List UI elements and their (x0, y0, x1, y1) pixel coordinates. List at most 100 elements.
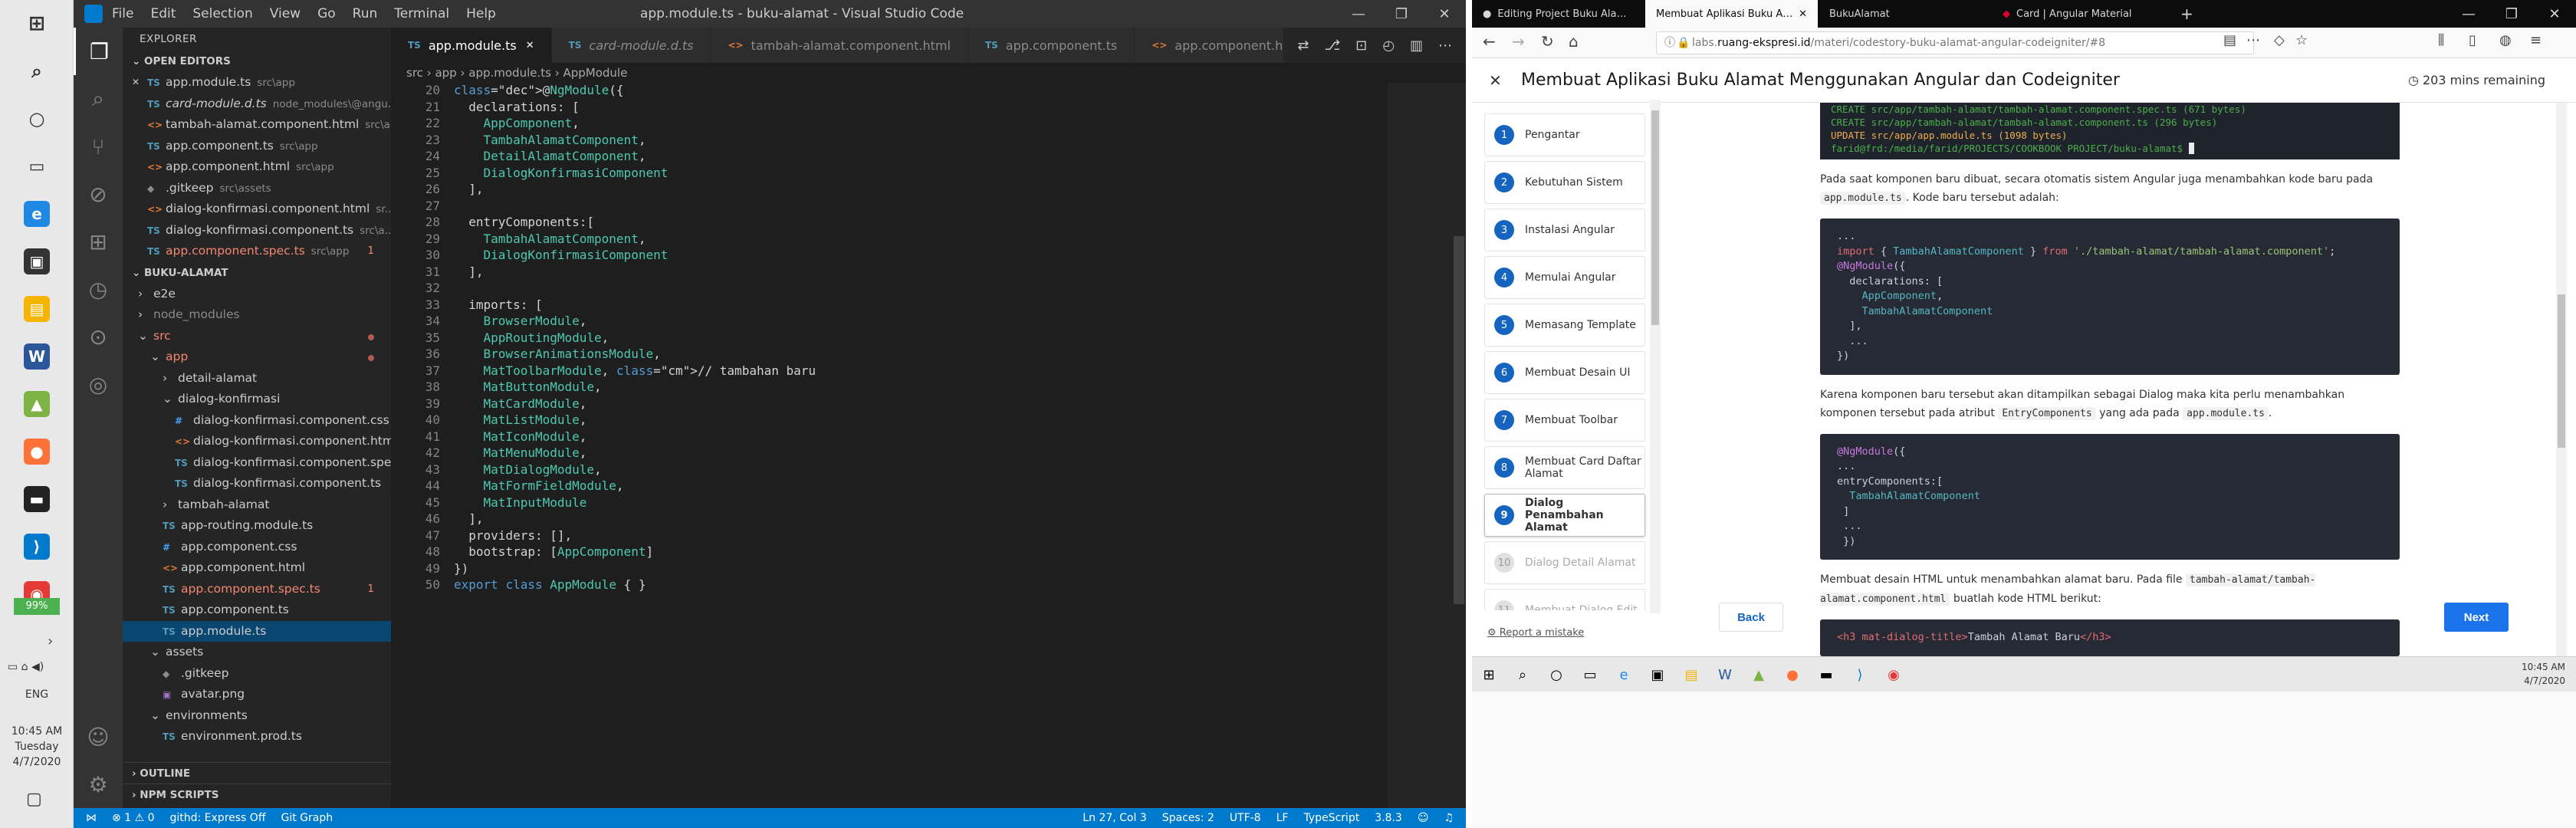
store-icon[interactable]: ▣ (0, 238, 74, 285)
git-compare-icon[interactable]: ⎇ (1324, 38, 1340, 54)
tree-item[interactable]: TS environment.prod.ts (123, 726, 391, 748)
editor-scrollbar[interactable] (1454, 236, 1464, 604)
tree-item[interactable]: ⌄ environments (123, 705, 391, 727)
outline-header[interactable]: › OUTLINE (123, 762, 391, 784)
step-item[interactable]: 8 Membuat Card Daftar Alamat (1484, 446, 1645, 489)
step-item[interactable]: 4 Memulai Angular (1484, 256, 1645, 299)
code-editor[interactable]: 20 class="dec">@NgModule({21 declarations… (391, 83, 1466, 808)
task-view-icon[interactable]: ▭ (1573, 657, 1607, 692)
open-editor-item[interactable]: TS app.component.spec.ts src\app 1 (123, 241, 391, 262)
tree-item[interactable]: TS app-routing.module.ts (123, 515, 391, 537)
search-icon[interactable]: ⌕ (74, 75, 123, 123)
report-mistake-link[interactable]: ⚙ Report a mistake (1487, 627, 1584, 639)
eol[interactable]: LF (1276, 812, 1289, 824)
code-line[interactable]: BrowserAnimationsModule, (454, 347, 661, 361)
code-line[interactable]: ], (454, 511, 483, 526)
encoding[interactable]: UTF-8 (1230, 812, 1261, 824)
npm-scripts-header[interactable]: › NPM SCRIPTS (123, 784, 391, 805)
step-item[interactable]: 10 Dialog Detail Alamat (1484, 541, 1645, 584)
reload-icon[interactable]: ↻ (1541, 32, 1554, 51)
browser-tab[interactable]: BukuAlamat (1819, 0, 1991, 28)
tree-item[interactable]: ⌄ src (123, 326, 391, 347)
tree-item[interactable]: TS app.module.ts (123, 620, 391, 642)
indentation[interactable]: Spaces: 2 (1162, 812, 1214, 824)
ts-version[interactable]: 3.8.3 (1375, 812, 1402, 824)
firefox-icon[interactable]: ● (1776, 657, 1809, 692)
task-view-icon[interactable]: ▭ (0, 143, 74, 190)
vscode-icon[interactable]: ⟩ (0, 523, 74, 570)
close-icon[interactable]: ✕ (526, 40, 534, 51)
tree-item[interactable]: TS app.component.ts (123, 600, 391, 621)
tree-item[interactable]: ▣ avatar.png (123, 684, 391, 705)
code-line[interactable]: DetailAlamatComponent, (454, 149, 646, 163)
search-icon[interactable]: ⌕ (0, 48, 74, 95)
file-explorer-icon[interactable]: ▤ (0, 285, 74, 333)
open-editor-item[interactable]: TS card-module.d.ts node_modules\@angu... (123, 94, 391, 115)
code-line[interactable]: MatMenuModule, (454, 445, 587, 460)
split-editor-icon[interactable]: ▥ (1410, 38, 1423, 54)
language-indicator[interactable]: ENG (0, 688, 74, 701)
open-editor-item[interactable]: TS dialog-konfirmasi.component.ts src\a... (123, 220, 391, 242)
step-item[interactable]: 6 Membuat Desain UI (1484, 351, 1645, 394)
lock-icon[interactable]: 🔒 (1677, 32, 1690, 54)
edge-icon[interactable]: e (0, 190, 74, 238)
tree-item[interactable]: ◆ .gitkeep (123, 663, 391, 685)
open-editors-header[interactable]: ⌄ OPEN EDITORS (123, 51, 391, 72)
breadcrumb-item[interactable]: AppModule (563, 66, 627, 80)
remote-explorer-icon[interactable]: ◷ (74, 265, 123, 313)
code-line[interactable]: bootstrap: [AppComponent] (454, 544, 653, 559)
open-changes-icon[interactable]: ⊡ (1355, 38, 1367, 54)
bookmark-star-icon[interactable]: ☆ (2295, 32, 2308, 48)
breadcrumb-item[interactable]: app.module.ts (468, 66, 551, 80)
tree-item[interactable]: # dialog-konfirmasi.component.css (123, 410, 391, 432)
git-graph-status[interactable]: Git Graph (281, 812, 333, 824)
menu-item[interactable]: Terminal (394, 6, 449, 21)
tray-icons[interactable]: ▭ ⌂ ◀) (8, 661, 44, 673)
close-icon[interactable]: ✕ (1423, 0, 1466, 28)
editor-tab[interactable]: <> tambah-alamat.component.html (711, 28, 968, 63)
menu-item[interactable]: Help (466, 6, 496, 21)
open-editor-item[interactable]: TS app.component.ts src\app (123, 136, 391, 157)
step-item[interactable]: 1 Pengantar (1484, 113, 1645, 156)
start-button[interactable]: ⊞ (0, 0, 74, 48)
remote-icon[interactable]: ⋈ (86, 812, 97, 824)
chevron-up-icon[interactable]: › (48, 633, 53, 649)
tree-item[interactable]: ⌄ app (123, 347, 391, 368)
code-line[interactable]: MatFormFieldModule, (454, 478, 624, 493)
code-line[interactable]: TambahAlamatComponent, (454, 232, 646, 246)
code-line[interactable]: MatListModule, (454, 412, 587, 427)
extension-icon[interactable]: ◍ (2499, 32, 2512, 48)
problems-indicator[interactable]: ⊗ 1 ⚠ 0 (112, 812, 154, 824)
code-line[interactable]: MatDialogModule, (454, 462, 602, 477)
home-icon[interactable]: ⌂ (1569, 32, 1579, 51)
menu-item[interactable]: Run (353, 6, 378, 21)
code-line[interactable]: ], (454, 264, 483, 279)
code-line[interactable]: TambahAlamatComponent, (454, 133, 646, 147)
page-scrollbar[interactable] (2556, 103, 2567, 682)
word-icon[interactable]: W (0, 333, 74, 380)
step-item[interactable]: 2 Kebutuhan Sistem (1484, 161, 1645, 204)
npm-icon[interactable]: ◎ (74, 360, 123, 408)
clock[interactable]: 10:45 AM 4/7/2020 (2522, 660, 2565, 688)
menu-item[interactable]: Edit (150, 6, 176, 21)
git-graph-icon[interactable]: ⊙ (74, 313, 123, 360)
history-icon[interactable]: ◴ (1382, 38, 1395, 54)
code-line[interactable]: export class AppModule { } (454, 577, 646, 592)
reader-view-icon[interactable]: ▤ (2223, 32, 2236, 48)
menu-item[interactable]: Go (317, 6, 336, 21)
tree-item[interactable]: › node_modules (123, 304, 391, 326)
info-icon[interactable]: ⓘ (1664, 32, 1675, 54)
extensions-icon[interactable]: ⊞ (74, 218, 123, 265)
minimize-icon[interactable]: — (2447, 0, 2490, 28)
step-item[interactable]: 5 Memasang Template (1484, 304, 1645, 347)
file-explorer-icon[interactable]: ▤ (1674, 657, 1708, 692)
tree-item[interactable]: › e2e (123, 284, 391, 305)
code-line[interactable]: BrowserModule, (454, 314, 587, 328)
code-line[interactable]: MatInputModule (454, 495, 587, 510)
close-icon[interactable]: ✕ (132, 72, 140, 94)
language-mode[interactable]: TypeScript (1303, 812, 1359, 824)
browser-tab[interactable]: ● Editing Project Buku Alamat · ... (1472, 0, 1644, 28)
sidebar-icon[interactable]: ▯ (2469, 32, 2476, 48)
code-line[interactable]: DialogKonfirmasiComponent (454, 248, 669, 262)
code-line[interactable]: DialogKonfirmasiComponent (454, 166, 669, 180)
